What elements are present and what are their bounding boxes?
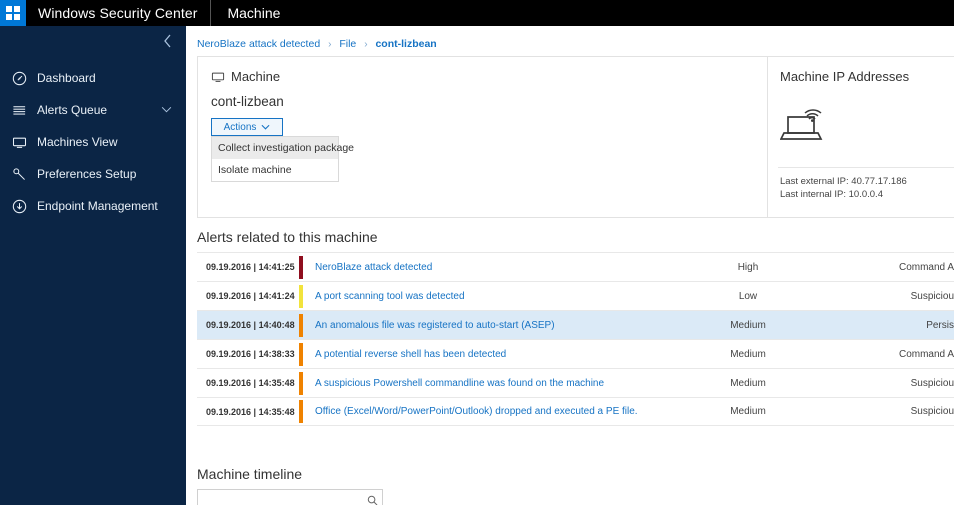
sidebar-item-label: Machines View [37, 135, 118, 149]
breadcrumb-item-file[interactable]: File [339, 38, 356, 50]
alert-category: Suspiciou [910, 290, 954, 302]
last-internal-ip: Last internal IP: 10.0.0.4 [780, 189, 883, 200]
breadcrumb-separator-icon: › [364, 39, 368, 50]
actions-dropdown-menu: Collect investigation package Isolate ma… [211, 136, 354, 182]
sidebar-item-label: Endpoint Management [37, 199, 158, 213]
table-row[interactable]: 09.19.2016 | 14:35:48 Office (Excel/Word… [197, 397, 954, 426]
alert-category: Suspiciou [910, 406, 954, 417]
table-row[interactable]: 09.19.2016 | 14:40:48 An anomalous file … [197, 310, 954, 339]
alert-category: Command A [898, 348, 954, 360]
chevron-down-icon[interactable] [161, 104, 172, 116]
sidebar-nav: Dashboard Alerts Queue Machines View Pre… [0, 62, 186, 222]
alert-timestamp: 09.19.2016 | 14:38:33 [206, 349, 295, 359]
page-title: Machine [227, 5, 281, 21]
sidebar-item-endpoint-management[interactable]: Endpoint Management [0, 190, 186, 222]
alert-severity: Medium [730, 377, 766, 389]
alerts-table: 09.19.2016 | 14:41:25 NeroBlaze attack d… [197, 252, 954, 426]
alert-category: Suspiciou [910, 377, 954, 389]
ip-card-values: Last external IP: 40.77.17.186 Last inte… [780, 175, 907, 201]
download-circle-icon [10, 197, 28, 215]
chevron-down-icon [261, 122, 270, 132]
machine-ip-addresses-card: Machine IP Addresses Last external IP: 4… [767, 56, 954, 218]
list-lines-icon [10, 101, 28, 119]
dashboard-gauge-icon [10, 69, 28, 87]
alerts-section-title: Alerts related to this machine [197, 229, 378, 245]
alert-category: Command A [898, 261, 954, 273]
table-row[interactable]: 09.19.2016 | 14:35:48 A suspicious Power… [197, 368, 954, 397]
breadcrumb-item-alert[interactable]: NeroBlaze attack detected [197, 38, 320, 50]
monitor-icon [10, 133, 28, 151]
alert-timestamp: 09.19.2016 | 14:35:48 [206, 378, 295, 388]
sidebar-item-machines-view[interactable]: Machines View [0, 126, 186, 158]
alert-severity: High [737, 261, 759, 273]
menu-item-isolate-machine[interactable]: Isolate machine [212, 159, 338, 181]
alert-timestamp: 09.19.2016 | 14:35:48 [206, 406, 295, 417]
search-input[interactable] [198, 490, 362, 505]
machine-name: cont-lizbean [211, 94, 284, 109]
sidebar-item-preferences-setup[interactable]: Preferences Setup [0, 158, 186, 190]
table-row[interactable]: 09.19.2016 | 14:41:24 A port scanning to… [197, 281, 954, 310]
alert-category: Persis [926, 319, 954, 331]
laptop-wireless-icon [779, 107, 832, 150]
alert-severity: Medium [730, 348, 766, 360]
alert-title-link[interactable]: A suspicious Powershell commandline was … [303, 378, 692, 389]
actions-button-label: Actions [223, 121, 257, 133]
ip-card-title: Machine IP Addresses [780, 69, 910, 84]
search-icon[interactable] [362, 495, 382, 505]
breadcrumb-separator-icon: › [328, 39, 332, 50]
sidebar-item-dashboard[interactable]: Dashboard [0, 62, 186, 94]
wrench-icon [10, 165, 28, 183]
alert-title-link[interactable]: An anomalous file was registered to auto… [303, 320, 692, 331]
app-header: Windows Security Center Machine [0, 0, 954, 26]
menu-item-collect-investigation-package[interactable]: Collect investigation package [212, 137, 354, 159]
timeline-search-box[interactable] [197, 489, 383, 505]
last-external-ip: Last external IP: 40.77.17.186 [780, 176, 907, 187]
breadcrumb: NeroBlaze attack detected › File › cont-… [197, 38, 437, 50]
alert-title-link[interactable]: NeroBlaze attack detected [303, 262, 692, 273]
sidebar-item-label: Dashboard [37, 71, 96, 85]
alert-timestamp: 09.19.2016 | 14:40:48 [206, 320, 295, 330]
alert-severity: Low [738, 290, 758, 302]
alert-title-link[interactable]: A port scanning tool was detected [303, 291, 692, 302]
main-content: NeroBlaze attack detected › File › cont-… [186, 26, 954, 505]
alert-timestamp: 09.19.2016 | 14:41:24 [206, 291, 295, 301]
header-divider [210, 0, 212, 26]
sidebar: Dashboard Alerts Queue Machines View Pre… [0, 26, 186, 505]
actions-button[interactable]: Actions [211, 118, 283, 136]
windows-logo-icon[interactable] [0, 0, 26, 26]
sidebar-item-label: Alerts Queue [37, 103, 108, 117]
machine-timeline-title: Machine timeline [197, 466, 303, 482]
ip-card-divider [778, 167, 954, 168]
alert-severity: Medium [730, 406, 766, 417]
table-row[interactable]: 09.19.2016 | 14:38:33 A potential revers… [197, 339, 954, 368]
alert-timestamp: 09.19.2016 | 14:41:25 [206, 262, 295, 272]
brand-title: Windows Security Center [38, 5, 198, 21]
monitor-icon [211, 70, 225, 84]
table-row[interactable]: 09.19.2016 | 14:41:25 NeroBlaze attack d… [197, 252, 954, 281]
sidebar-item-label: Preferences Setup [37, 167, 137, 181]
alert-title-link[interactable]: A potential reverse shell has been detec… [303, 349, 692, 360]
machine-card: Machine cont-lizbean Actions Collect inv… [197, 56, 770, 218]
machine-card-heading: Machine [211, 69, 280, 84]
machine-card-heading-label: Machine [231, 69, 281, 84]
alert-title-link[interactable]: Office (Excel/Word/PowerPoint/Outlook) d… [303, 406, 692, 417]
alert-severity: Medium [730, 319, 766, 331]
chevron-left-icon[interactable] [156, 30, 178, 52]
breadcrumb-item-machine: cont-lizbean [375, 38, 437, 50]
sidebar-item-alerts-queue[interactable]: Alerts Queue [0, 94, 186, 126]
